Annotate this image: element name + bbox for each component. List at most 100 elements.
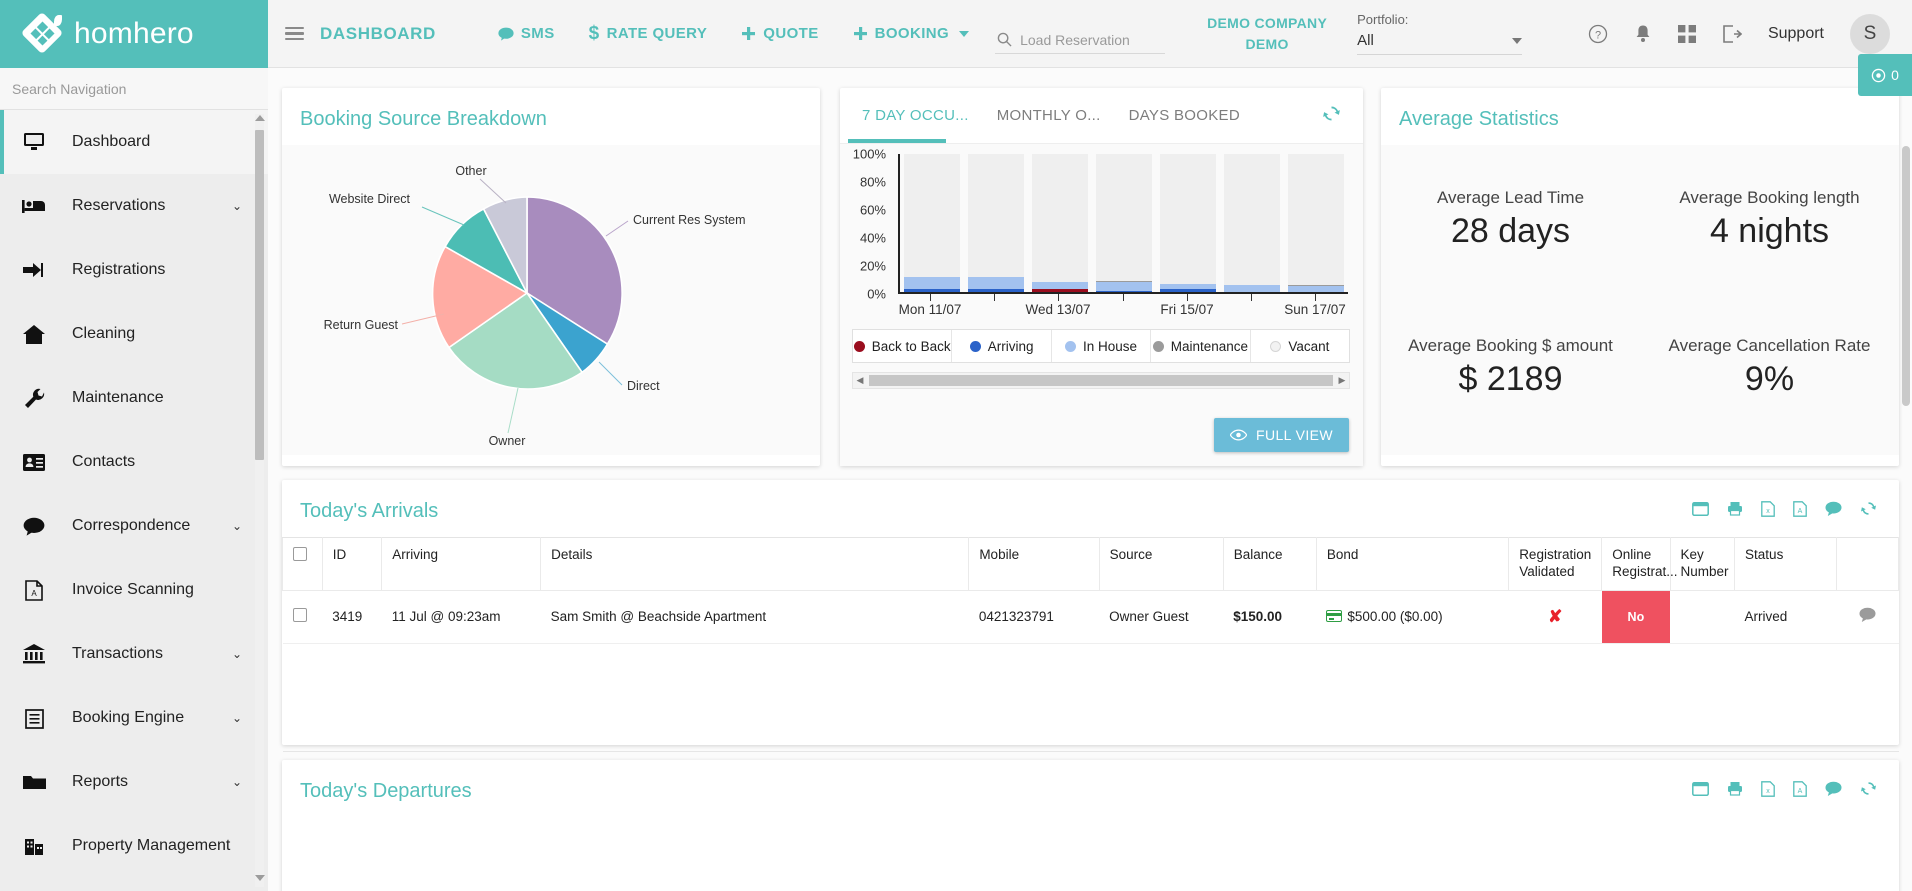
row-checkbox[interactable] [293,608,307,622]
bar-slot[interactable] [1028,154,1092,292]
legend-item-back-to-back[interactable]: Back to Back [853,330,952,362]
support-link[interactable]: Support [1768,25,1824,43]
sidebar-item-contacts[interactable]: Contacts [0,430,268,494]
sidebar-item-reservations[interactable]: Reservations ⌄ [0,174,268,238]
th-arriving[interactable]: Arriving [382,538,541,591]
sidebar-item-booking-engine[interactable]: Booking Engine ⌄ [0,686,268,750]
th-select-all[interactable] [283,538,323,591]
portfolio-dropdown[interactable]: All [1357,32,1522,55]
bank-icon [22,644,46,664]
legend-item-vacant[interactable]: Vacant [1251,330,1349,362]
bar-slot[interactable] [1092,154,1156,292]
clipboard-icon [22,708,46,729]
sidebar-item-dashboard[interactable]: Dashboard [0,110,268,174]
th-registration-validated[interactable]: Registration Validated [1509,538,1602,591]
th-mobile[interactable]: Mobile [969,538,1099,591]
sidebar-item-cleaning[interactable]: Cleaning [0,302,268,366]
chevron-down-icon[interactable]: ⌄ [232,776,242,788]
chevron-down-icon[interactable]: ⌄ [232,712,242,724]
apps-grid-icon[interactable] [1678,25,1696,43]
window-icon[interactable] [1692,780,1709,797]
chevron-down-icon[interactable]: ⌄ [232,200,242,212]
tab-7-day-occupancy[interactable]: 7 DAY OCCU... [848,88,983,144]
sidebar-item-reports[interactable]: Reports ⌄ [0,750,268,814]
stat-average-lead-time: Average Lead Time 28 days [1437,188,1584,251]
sidebar-item-property-management[interactable]: Property Management [0,814,268,878]
bar-slot[interactable] [1220,154,1284,292]
top-action-sms[interactable]: SMS [498,25,555,42]
bell-icon[interactable] [1634,24,1652,44]
tab-monthly-occupancy[interactable]: MONTHLY O... [983,88,1115,144]
bar-slot[interactable] [964,154,1028,292]
scroll-up-arrow-icon[interactable] [255,115,265,121]
scroll-down-arrow-icon[interactable] [255,875,265,881]
logout-icon[interactable] [1722,25,1742,43]
comment-icon[interactable] [1825,500,1842,517]
sidebar-item-maintenance[interactable]: Maintenance [0,366,268,430]
pdf-export-icon[interactable]: A [1793,500,1807,517]
legend-item-maintenance[interactable]: Maintenance [1151,330,1250,362]
sidebar-search[interactable]: Search Navigation [0,68,268,110]
th-details[interactable]: Details [541,538,969,591]
th-balance[interactable]: Balance [1223,538,1316,591]
bar-slot[interactable] [900,154,964,292]
search-input[interactable] [1020,32,1155,48]
pdf-export-icon[interactable]: A [1793,780,1807,797]
sidebar-item-registrations[interactable]: Registrations [0,238,268,302]
refresh-icon[interactable] [1860,780,1877,797]
tab-days-booked[interactable]: DAYS BOOKED [1115,88,1254,144]
full-view-button[interactable]: FULL VIEW [1214,418,1349,452]
excel-export-icon[interactable]: x [1761,500,1775,517]
sidebar-item-correspondence[interactable]: Correspondence ⌄ [0,494,268,558]
print-icon[interactable] [1727,780,1743,797]
avatar[interactable]: S [1850,14,1890,54]
scroll-left-arrow-icon[interactable]: ◀ [853,375,867,386]
th-online-registration[interactable]: Online Registrat... [1602,538,1670,591]
th-status[interactable]: Status [1735,538,1837,591]
scroll-thumb[interactable] [869,375,1333,386]
cell-actions[interactable] [1836,590,1898,643]
top-action-booking[interactable]: BOOKING [853,25,969,42]
refresh-icon[interactable] [1322,104,1353,128]
th-actions [1836,538,1898,591]
table-row[interactable]: 3419 11 Jul @ 09:23am Sam Smith @ Beachs… [283,590,1899,643]
th-key-number[interactable]: Key Number [1670,538,1735,591]
th-source[interactable]: Source [1099,538,1223,591]
refresh-icon[interactable] [1860,500,1877,517]
sidebar-scrollbar-thumb[interactable] [255,130,264,460]
portfolio-selector[interactable]: Portfolio: All [1357,12,1522,55]
legend-label: Arriving [988,339,1034,354]
arrivals-header: Today's Arrivals x A [282,480,1899,537]
chart-horizontal-scrollbar[interactable]: ◀ ▶ [852,372,1350,389]
top-action-rate-query[interactable]: $ RATE QUERY [589,23,708,45]
select-all-checkbox[interactable] [293,547,307,561]
scroll-right-arrow-icon[interactable]: ▶ [1335,375,1349,386]
brand-logo-area[interactable]: homhero [0,0,268,68]
load-reservation-search[interactable] [995,28,1165,54]
legend-item-in-house[interactable]: In House [1052,330,1151,362]
chevron-down-icon[interactable]: ⌄ [232,520,242,532]
print-icon[interactable] [1727,500,1743,517]
bar-slot[interactable] [1156,154,1220,292]
floating-counter-badge[interactable]: 0 [1858,54,1912,96]
comment-icon[interactable] [1825,780,1842,797]
chevron-down-icon[interactable]: ⌄ [232,648,242,660]
sidebar-item-transactions[interactable]: Transactions ⌄ [0,622,268,686]
th-bond[interactable]: Bond [1316,538,1508,591]
main-scrollbar-thumb[interactable] [1902,146,1910,406]
chevron-down-icon [1512,38,1522,44]
hamburger-icon[interactable] [268,0,320,67]
dollar-icon: $ [589,23,600,45]
comment-icon[interactable] [1859,609,1876,626]
stat-value: 9% [1669,360,1871,399]
help-icon[interactable]: ? [1588,24,1608,44]
sidebar-item-invoice-scanning[interactable]: A Invoice Scanning [0,558,268,622]
credit-card-icon [1326,610,1342,622]
legend-item-arriving[interactable]: Arriving [952,330,1051,362]
row-checkbox-cell[interactable] [283,590,323,643]
th-id[interactable]: ID [322,538,382,591]
bar-slot[interactable] [1284,154,1348,292]
excel-export-icon[interactable]: x [1761,780,1775,797]
window-icon[interactable] [1692,500,1709,517]
top-action-quote[interactable]: QUOTE [741,25,818,42]
